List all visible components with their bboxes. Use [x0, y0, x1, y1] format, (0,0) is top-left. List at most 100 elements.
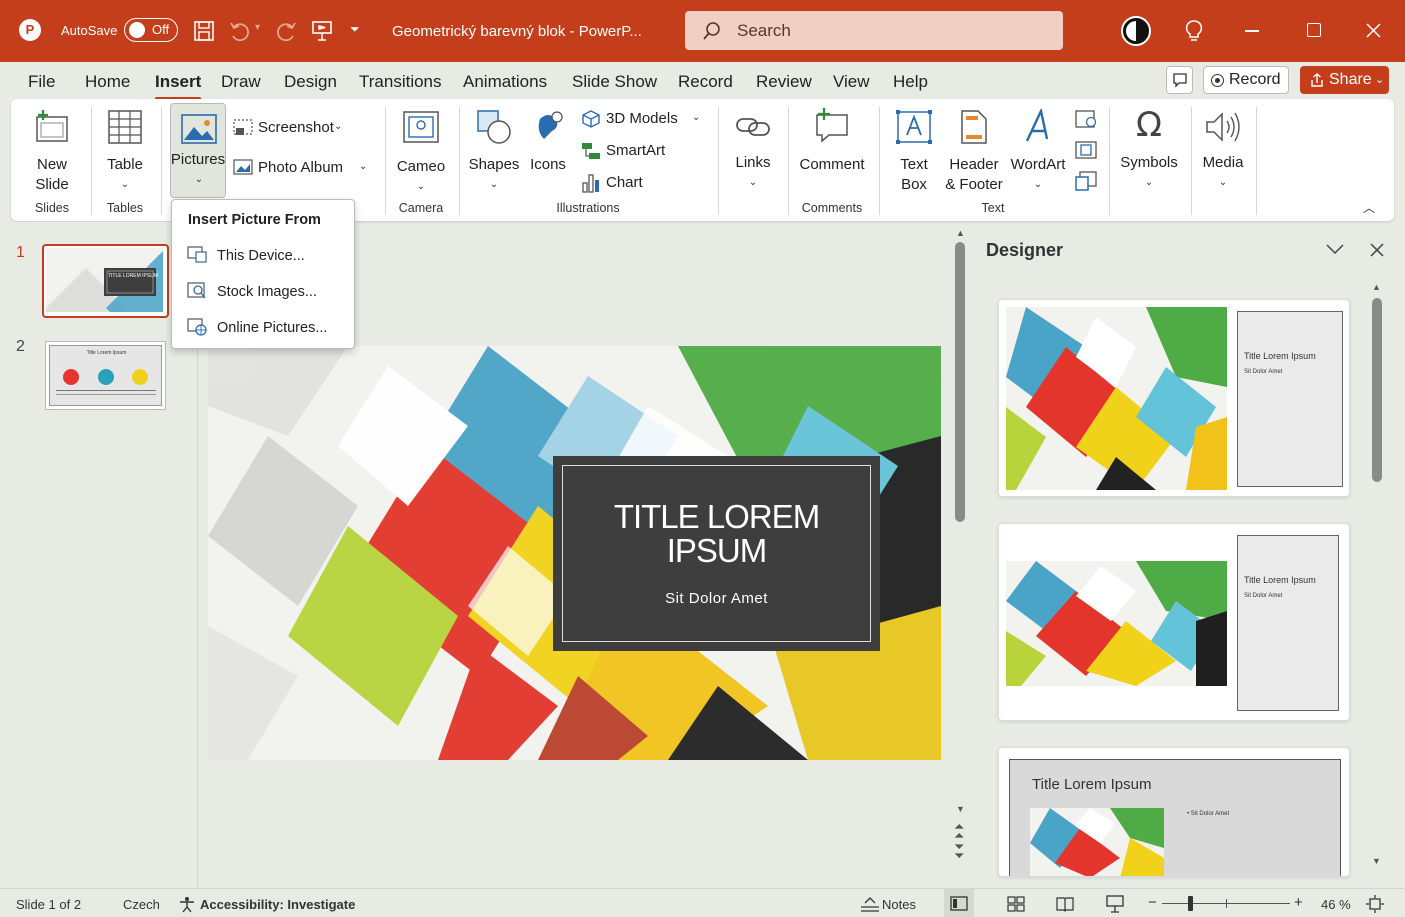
- design-idea-1-title: Title Lorem Ipsum: [1244, 351, 1316, 361]
- designer-pane: Designer Title Lorem Ipsum Sit Dolor Ame…: [970, 226, 1394, 888]
- pictures-button[interactable]: Pictures ⌄: [170, 103, 226, 198]
- designer-scroll-up-icon[interactable]: ▲: [1372, 282, 1381, 292]
- close-icon[interactable]: [1366, 23, 1381, 38]
- design-idea-1-subtitle: Sit Dolor Amet: [1244, 369, 1283, 375]
- cameo-label: Cameo: [396, 158, 446, 175]
- thumbnail-2-teal-circle: [98, 369, 114, 385]
- collapse-ribbon-icon[interactable]: ︿: [1363, 199, 1375, 216]
- tab-insert[interactable]: Insert: [155, 72, 202, 100]
- table-button[interactable]: Table ⌄: [97, 105, 153, 195]
- zoom-level[interactable]: 46 %: [1321, 897, 1351, 912]
- redo-icon[interactable]: [276, 20, 298, 42]
- insert-picture-dropdown: Insert Picture From This Device... Stock…: [171, 199, 355, 349]
- tab-home[interactable]: Home: [85, 72, 130, 92]
- comments-button[interactable]: [1166, 66, 1193, 94]
- design-idea-3-image: [1030, 808, 1164, 876]
- save-icon[interactable]: [193, 20, 215, 42]
- undo-dropdown-icon[interactable]: ▾: [255, 22, 260, 33]
- present-icon[interactable]: [310, 19, 334, 43]
- tab-draw[interactable]: Draw: [221, 72, 261, 92]
- previous-slide-icon[interactable]: ⏶ ⏶: [954, 820, 964, 842]
- symbols-button[interactable]: Ω Symbols ⌄: [1116, 105, 1182, 195]
- reading-view-icon[interactable]: [1056, 896, 1074, 912]
- maximize-icon[interactable]: [1307, 23, 1321, 37]
- shapes-button[interactable]: Shapes ⌄: [466, 105, 522, 195]
- record-button[interactable]: Record: [1203, 66, 1289, 94]
- zoom-out-icon[interactable]: −: [1148, 894, 1157, 911]
- designer-scroll-thumb[interactable]: [1372, 298, 1382, 482]
- tab-design[interactable]: Design: [284, 72, 337, 92]
- comment-button[interactable]: Comment: [795, 105, 869, 195]
- minimize-icon[interactable]: [1245, 30, 1259, 32]
- undo-icon[interactable]: [228, 20, 250, 42]
- normal-view-icon[interactable]: [944, 889, 974, 917]
- smartart-button[interactable]: SmartArt: [579, 139, 689, 163]
- online-pictures-item[interactable]: Online Pictures...: [217, 320, 327, 336]
- text-box-button[interactable]: Text Box: [887, 105, 941, 195]
- slide-number-icon[interactable]: [1075, 141, 1097, 159]
- chart-label: Chart: [606, 174, 643, 191]
- stock-images-item[interactable]: Stock Images...: [217, 284, 317, 300]
- table-label: Table: [107, 156, 143, 173]
- fit-slide-icon[interactable]: [1366, 895, 1384, 913]
- design-idea-2[interactable]: Title Lorem Ipsum Sit Dolor Amet: [998, 523, 1350, 721]
- slide-thumbnail-1[interactable]: TITLE LOREM IPSUM: [42, 244, 169, 318]
- customize-quick-access-icon[interactable]: ⏷: [350, 22, 360, 37]
- next-slide-icon[interactable]: ⏷ ⏷: [954, 840, 964, 862]
- new-slide-button[interactable]: New Slide: [21, 105, 83, 195]
- chart-button[interactable]: Chart: [579, 171, 669, 195]
- close-designer-icon[interactable]: [1370, 243, 1384, 257]
- tab-record[interactable]: Record: [678, 72, 733, 92]
- design-idea-1[interactable]: Title Lorem Ipsum Sit Dolor Amet: [998, 299, 1350, 497]
- photo-album-button[interactable]: Photo Album ⌄: [231, 155, 371, 179]
- header-footer-button[interactable]: Header & Footer: [941, 105, 1007, 195]
- slide-title[interactable]: TITLE LOREM IPSUM: [553, 500, 880, 568]
- scroll-thumb[interactable]: [955, 242, 965, 522]
- zoom-slider-thumb[interactable]: [1188, 896, 1193, 911]
- slide-sorter-icon[interactable]: [1007, 896, 1025, 912]
- notes-button[interactable]: Notes: [882, 897, 916, 912]
- tab-file[interactable]: File: [28, 72, 55, 92]
- tab-transitions[interactable]: Transitions: [359, 72, 442, 92]
- tab-help[interactable]: Help: [893, 72, 928, 92]
- links-button[interactable]: Links ⌄: [726, 105, 780, 195]
- icons-button[interactable]: Icons: [523, 105, 573, 195]
- screenshot-button[interactable]: Screenshot ⌄: [231, 115, 356, 139]
- slide-subtitle[interactable]: Sit Dolor Amet: [553, 590, 880, 607]
- design-idea-2-subtitle: Sit Dolor Amet: [1244, 593, 1283, 599]
- symbols-label: Symbols: [1120, 154, 1178, 171]
- accessibility-status[interactable]: Accessibility: Investigate: [200, 897, 355, 912]
- zoom-in-icon[interactable]: +: [1294, 894, 1303, 911]
- scroll-down-icon[interactable]: ▼: [956, 804, 965, 814]
- tab-review[interactable]: Review: [756, 72, 812, 92]
- scroll-up-icon[interactable]: ▲: [956, 228, 965, 238]
- tab-animations[interactable]: Animations: [463, 72, 547, 92]
- thumbnail-number: 2: [16, 338, 25, 355]
- online-pictures-icon: [187, 318, 207, 336]
- slide-thumbnail-2[interactable]: Title Lorem Ipsum: [45, 341, 166, 410]
- language-indicator[interactable]: Czech: [123, 897, 160, 912]
- thumbnail-2-yellow-circle: [132, 369, 148, 385]
- object-icon[interactable]: [1075, 171, 1097, 191]
- search-box[interactable]: Search: [685, 11, 1063, 50]
- designer-scroll-down-icon[interactable]: ▼: [1372, 856, 1381, 866]
- 3d-models-button[interactable]: 3D Models ⌄: [579, 107, 709, 131]
- share-button[interactable]: Share ⌄: [1300, 66, 1389, 94]
- design-idea-3[interactable]: Title Lorem Ipsum • Sit Dolor Amet: [998, 747, 1350, 877]
- media-button[interactable]: Media ⌄: [1196, 105, 1250, 195]
- user-avatar-icon[interactable]: [1121, 16, 1151, 46]
- this-device-item[interactable]: This Device...: [217, 248, 305, 264]
- lightbulb-icon[interactable]: [1184, 19, 1204, 43]
- screenshot-dropdown-icon: ⌄: [334, 121, 343, 132]
- zoom-slider[interactable]: [1162, 896, 1290, 911]
- tab-slide-show[interactable]: Slide Show: [572, 72, 657, 92]
- date-time-icon[interactable]: [1075, 109, 1097, 129]
- slide-scrollbar[interactable]: ▲ ▼ ⏶ ⏶ ⏷ ⏷: [950, 226, 970, 862]
- slide-show-icon[interactable]: [1106, 895, 1124, 913]
- chevron-down-icon[interactable]: [1326, 244, 1344, 256]
- slide-title-box[interactable]: TITLE LOREM IPSUM Sit Dolor Amet: [553, 456, 880, 651]
- wordart-button[interactable]: WordArt ⌄: [1007, 105, 1069, 195]
- cameo-button[interactable]: Cameo ⌄: [393, 105, 449, 195]
- tab-view[interactable]: View: [833, 72, 870, 92]
- autosave-toggle[interactable]: Off: [124, 18, 178, 42]
